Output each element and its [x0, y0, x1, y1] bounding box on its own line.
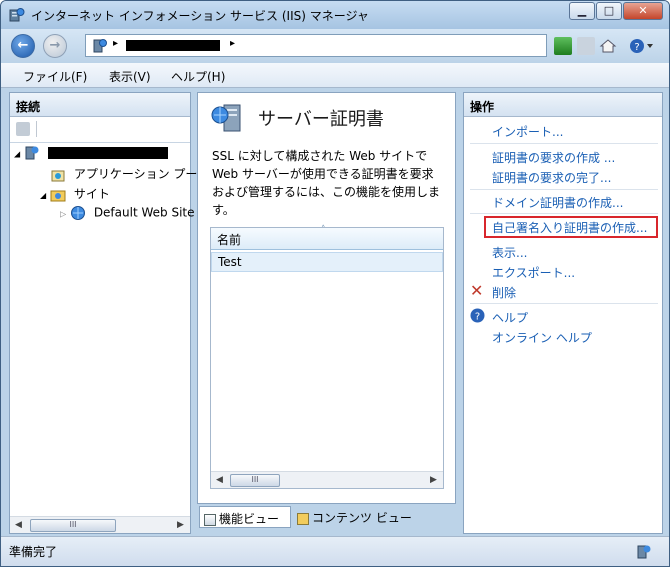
features-view-icon	[204, 513, 216, 526]
iis-app-icon	[9, 8, 25, 22]
column-header-label: 名前	[217, 233, 242, 247]
expander-icon-sites[interactable]: ◢	[40, 191, 46, 200]
expander-icon[interactable]: ◢	[14, 150, 20, 159]
tree-label-sites: サイト	[73, 187, 110, 201]
server-certificate-icon	[211, 104, 241, 132]
breadcrumb-separator-icon[interactable]: ▸	[113, 38, 118, 49]
list-item[interactable]: Test	[211, 252, 443, 272]
tab-features-label: 機能ビュー	[219, 512, 280, 526]
tree-label-default-web-site: Default Web Site	[93, 205, 195, 220]
connections-header: 接続	[10, 93, 190, 117]
action-create-certificate-request[interactable]: 証明書の要求の作成 ...	[492, 149, 615, 166]
scroll-thumb[interactable]: III	[30, 519, 116, 532]
action-help[interactable]: ヘルプ	[492, 309, 528, 326]
tree-item-default-web-site[interactable]: ▷ Default Web Site	[60, 205, 195, 221]
actions-separator-4	[470, 303, 658, 304]
action-import[interactable]: インポート...	[492, 123, 563, 140]
action-export[interactable]: エクスポート...	[492, 264, 575, 281]
action-online-help[interactable]: オンライン ヘルプ	[492, 329, 592, 346]
help-dropdown-button[interactable]: ?	[629, 37, 655, 55]
list-scroll-right-icon[interactable]: ▶	[425, 473, 442, 488]
certificates-list: 名前 ˄ Test ◀ III ▶	[210, 225, 444, 489]
minimize-icon: ▁	[577, 4, 587, 17]
window-title: インターネット インフォメーション サービス (IIS) マネージャ	[31, 9, 369, 23]
status-bar: 準備完了	[1, 536, 669, 566]
status-text: 準備完了	[9, 545, 58, 559]
list-scroll-grip: III	[251, 475, 259, 484]
connect-icon[interactable]	[16, 122, 30, 136]
tree-item-server[interactable]: ◢	[14, 145, 168, 161]
tab-content-view[interactable]: コンテンツ ビュー	[293, 506, 415, 528]
sort-indicator-icon: ˄	[321, 225, 326, 235]
server-node-icon	[25, 146, 39, 160]
action-create-domain-certificate[interactable]: ドメイン証明書の作成...	[492, 194, 623, 211]
toolbar-divider	[36, 121, 37, 137]
help-icon: ?	[470, 308, 485, 323]
folder-globe-icon	[50, 190, 66, 201]
svg-text:?: ?	[634, 42, 639, 53]
close-button[interactable]: ✕	[623, 2, 663, 20]
actions-separator	[470, 143, 658, 144]
connections-hscrollbar[interactable]: ◀ III ▶	[10, 516, 190, 533]
server-icon	[93, 39, 107, 53]
action-view[interactable]: 表示...	[492, 244, 527, 261]
menu-bar: ファイル(F) 表示(V) ヘルプ(H)	[1, 63, 669, 88]
certificate-name: Test	[218, 255, 242, 269]
stop-icon[interactable]	[577, 37, 595, 55]
page-title: サーバー証明書	[258, 109, 384, 130]
breadcrumb-separator-icon-2[interactable]: ▸	[230, 38, 235, 49]
delete-x-icon: ✕	[470, 281, 484, 300]
scroll-right-icon[interactable]: ▶	[172, 518, 189, 533]
menu-help[interactable]: ヘルプ(H)	[171, 68, 225, 85]
page-description: SSL に対して構成された Web サイトで Web サーバーが使用できる証明書…	[212, 149, 441, 217]
home-icon[interactable]	[599, 37, 617, 55]
refresh-icon[interactable]	[554, 37, 572, 55]
app-pool-icon	[51, 170, 65, 181]
address-toolbar: ← → ▸ ▸ ?	[1, 29, 669, 63]
svg-text:?: ?	[475, 312, 480, 323]
actions-separator-3	[470, 213, 658, 214]
menu-file[interactable]: ファイル(F)	[23, 68, 87, 85]
forward-arrow-icon: →	[49, 38, 61, 53]
tree-label-app-pools: アプリケーション プー	[73, 167, 198, 181]
scroll-grip: III	[69, 520, 77, 529]
scroll-left-icon[interactable]: ◀	[10, 518, 27, 533]
redacted-server-name	[126, 40, 220, 51]
globe-icon	[70, 206, 85, 220]
iis-manager-window: インターネット インフォメーション サービス (IIS) マネージャ ▁ □ ✕…	[0, 0, 670, 567]
tree-item-sites[interactable]: ◢ サイト	[40, 185, 110, 203]
action-create-self-signed-certificate[interactable]: 自己署名入り証明書の作成...	[492, 219, 647, 236]
menu-view[interactable]: 表示(V)	[109, 68, 151, 85]
connections-panel: 接続 ◢ アプリケーション プー ◢ サイト ▷ Default Web Sit…	[9, 92, 197, 534]
maximize-icon: □	[603, 4, 615, 17]
back-button[interactable]: ←	[11, 34, 35, 58]
list-scroll-thumb[interactable]: III	[230, 474, 280, 487]
forward-button[interactable]: →	[43, 34, 67, 58]
action-complete-certificate-request[interactable]: 証明書の要求の完了...	[492, 169, 611, 186]
action-delete[interactable]: 削除	[492, 284, 516, 301]
server-certificates-panel: サーバー証明書 SSL に対して構成された Web サイトで Web サーバーが…	[197, 92, 456, 504]
list-scroll-left-icon[interactable]: ◀	[211, 473, 228, 488]
actions-panel: 操作 インポート... 証明書の要求の作成 ... 証明書の要求の完了... ド…	[463, 92, 663, 534]
redacted-server-label	[47, 147, 168, 159]
expander-icon-default-site[interactable]: ▷	[60, 210, 66, 219]
address-bar[interactable]: ▸ ▸	[85, 34, 547, 57]
tab-content-label: コンテンツ ビュー	[312, 511, 412, 525]
column-header-name[interactable]: 名前 ˄	[211, 225, 443, 250]
maximize-button[interactable]: □	[596, 2, 622, 20]
tab-features-view[interactable]: 機能ビュー	[199, 506, 291, 528]
back-arrow-icon: ←	[17, 38, 29, 53]
actions-header: 操作	[464, 93, 662, 117]
list-hscrollbar[interactable]: ◀ III ▶	[211, 471, 443, 488]
actions-separator-2	[470, 189, 658, 190]
connections-toolbar	[10, 117, 190, 143]
close-icon: ✕	[638, 4, 648, 17]
minimize-button[interactable]: ▁	[569, 2, 595, 20]
status-server-icon	[637, 545, 651, 559]
title-bar: インターネット インフォメーション サービス (IIS) マネージャ ▁ □ ✕	[1, 1, 669, 29]
content-view-icon	[297, 512, 309, 525]
tree-item-app-pools[interactable]: アプリケーション プー	[50, 165, 197, 183]
